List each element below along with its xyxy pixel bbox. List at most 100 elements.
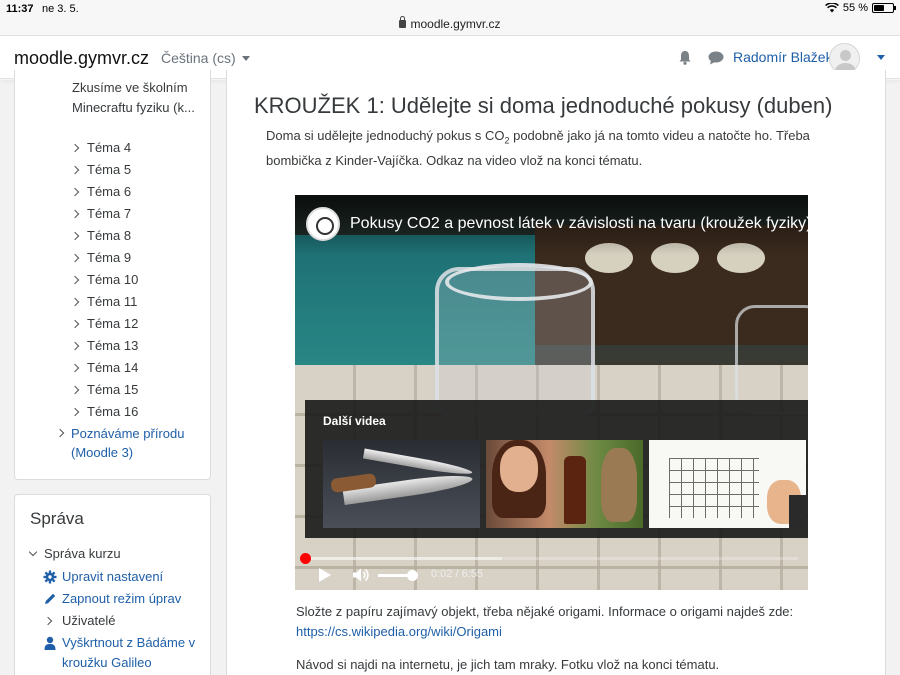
admin-items: Upravit nastavení Zapnout režim úprav Už… bbox=[43, 567, 211, 675]
topic-item[interactable]: Téma 7 bbox=[70, 203, 138, 225]
topic-label: Téma 8 bbox=[87, 228, 132, 243]
users-label: Uživatelé bbox=[62, 613, 116, 628]
url-text: moodle.gymvr.cz bbox=[410, 17, 501, 31]
chevron-right-icon bbox=[70, 187, 80, 197]
topic-item[interactable]: Téma 4 bbox=[70, 137, 138, 159]
video-frame-glass bbox=[735, 305, 808, 415]
pencil-icon bbox=[43, 592, 57, 606]
related-video-thumbnail-1[interactable] bbox=[323, 440, 480, 528]
topic-item[interactable]: Téma 16 bbox=[70, 401, 139, 423]
volume-icon[interactable] bbox=[352, 567, 370, 583]
chat-icon[interactable] bbox=[708, 51, 724, 65]
clock: 11:37 bbox=[6, 3, 34, 15]
progress-loaded bbox=[305, 557, 503, 560]
date: ne 3. 5. bbox=[42, 3, 79, 15]
intro-paragraph: Doma si udělejte jednoduchý pokus s CO2 … bbox=[266, 126, 846, 171]
battery-icon bbox=[872, 3, 896, 13]
video-progress-bar[interactable] bbox=[300, 553, 798, 564]
topic-label: Téma 11 bbox=[87, 294, 138, 309]
volume-slider[interactable] bbox=[378, 570, 418, 581]
chevron-right-icon bbox=[70, 231, 80, 241]
chevron-down-icon bbox=[28, 547, 38, 556]
chevron-right-icon bbox=[70, 209, 80, 219]
user-icon bbox=[43, 636, 57, 650]
video-timecode: 0:02 / 6:55 bbox=[431, 568, 483, 580]
block-title: Správa bbox=[30, 509, 84, 528]
language-label: Čeština (cs) bbox=[161, 50, 236, 66]
topic-item[interactable]: Téma 5 bbox=[70, 159, 138, 181]
language-menu[interactable]: Čeština (cs) bbox=[161, 50, 250, 66]
topic-label: Téma 14 bbox=[87, 360, 139, 375]
topic-label: Téma 15 bbox=[87, 382, 139, 397]
topic-label: Téma 12 bbox=[87, 316, 139, 331]
video-title[interactable]: Pokusy CO2 a pevnost látek v závislosti … bbox=[350, 215, 808, 233]
other-course-link[interactable]: Poznáváme přírodu (Moodle 3) bbox=[55, 424, 211, 462]
gear-icon bbox=[43, 570, 57, 584]
instructions-paragraph: Návod si najdi na internetu, je jich tam… bbox=[296, 657, 720, 672]
course-admin-label: Správa kurzu bbox=[44, 546, 121, 561]
other-course-label: Poznáváme přírodu (Moodle 3) bbox=[71, 426, 185, 460]
origami-link[interactable]: https://cs.wikipedia.org/wiki/Origami bbox=[296, 624, 502, 639]
administration-block: Správa Správa kurzu Upravit nastavení Za… bbox=[14, 494, 211, 675]
topic-item[interactable]: Téma 13 bbox=[70, 335, 139, 357]
related-videos-label: Další videa bbox=[323, 414, 386, 428]
related-video-thumbnail-2[interactable] bbox=[486, 440, 643, 528]
topic-list: Téma 4 Téma 5 Téma 6 Téma 7 Téma 8 Téma 9 Téma… bbox=[70, 137, 139, 423]
topic-item[interactable]: Téma 9 bbox=[70, 247, 138, 269]
topic-label: Téma 4 bbox=[87, 140, 132, 155]
bell-icon[interactable] bbox=[678, 50, 692, 65]
battery-percent: 55 % bbox=[842, 2, 868, 14]
topic-item[interactable]: Téma 10 bbox=[70, 269, 139, 291]
progress-scrubber[interactable] bbox=[300, 553, 311, 564]
address-bar[interactable]: moodle.gymvr.cz bbox=[0, 16, 900, 31]
user-menu-name[interactable]: Radomír Blažek bbox=[733, 49, 833, 65]
play-icon[interactable] bbox=[319, 568, 331, 582]
chevron-right-icon bbox=[70, 341, 80, 351]
wifi-icon bbox=[825, 3, 839, 13]
chevron-right-icon bbox=[70, 143, 80, 153]
chevron-right-icon bbox=[70, 275, 80, 285]
course-admin-node[interactable]: Správa kurzu bbox=[28, 546, 121, 561]
chevron-right-icon bbox=[70, 297, 80, 307]
unenrol-link[interactable]: Vyškrtnout z Bádáme v kroužku Galileo bbox=[43, 633, 211, 673]
topic-label: Téma 9 bbox=[87, 250, 132, 265]
chevron-right-icon bbox=[70, 165, 80, 175]
origami-text: Složte z papíru zajímavý objekt, třeba n… bbox=[296, 604, 794, 619]
edit-settings-label: Upravit nastavení bbox=[62, 569, 164, 584]
origami-paragraph: Složte z papíru zajímavý objekt, třeba n… bbox=[296, 602, 856, 642]
site-brand[interactable]: moodle.gymvr.cz bbox=[14, 48, 149, 69]
edit-mode-label: Zapnout režim úprav bbox=[62, 591, 182, 606]
chevron-right-icon bbox=[43, 614, 57, 628]
video-frame-glass-jar bbox=[435, 263, 595, 417]
channel-logo-icon[interactable] bbox=[306, 207, 340, 241]
chevron-right-icon bbox=[70, 319, 80, 329]
related-video-thumbnail-3[interactable] bbox=[649, 440, 806, 528]
topic-item[interactable]: Téma 14 bbox=[70, 357, 139, 379]
status-indicators: 55 % bbox=[825, 2, 896, 14]
intro-text-a: Doma si udělejte jednoduchý pokus s CO bbox=[266, 128, 505, 143]
topic-item[interactable]: Téma 8 bbox=[70, 225, 138, 247]
topic-label: Téma 16 bbox=[87, 404, 139, 419]
users-node[interactable]: Uživatelé bbox=[43, 611, 211, 631]
chevron-right-icon bbox=[70, 385, 80, 395]
volume-knob[interactable] bbox=[407, 570, 418, 581]
topic-item[interactable]: Téma 11 bbox=[70, 291, 138, 313]
edit-settings-link[interactable]: Upravit nastavení bbox=[43, 567, 211, 587]
embedded-video-player[interactable]: Pokusy CO2 a pevnost látek v závislosti … bbox=[295, 195, 808, 590]
user-menu-caret-icon[interactable] bbox=[877, 55, 885, 60]
lock-icon bbox=[399, 16, 407, 28]
section-title: KROUŽEK 1: Udělejte si doma jednoduché p… bbox=[254, 93, 833, 118]
topic-item[interactable]: Téma 15 bbox=[70, 379, 139, 401]
chevron-right-icon bbox=[70, 407, 80, 417]
topic-label: Téma 10 bbox=[87, 272, 139, 287]
chevron-right-icon bbox=[70, 253, 80, 263]
topic-label: Téma 5 bbox=[87, 162, 132, 177]
topic-label: Téma 13 bbox=[87, 338, 139, 353]
topic-item[interactable]: Téma 12 bbox=[70, 313, 139, 335]
current-topic-link[interactable]: Zkusíme ve školním Minecraftu fyziku (k.… bbox=[72, 78, 212, 118]
related-videos-panel: Další videa bbox=[305, 400, 808, 538]
topic-label: Téma 7 bbox=[87, 206, 132, 221]
chevron-right-icon bbox=[70, 363, 80, 373]
topic-item[interactable]: Téma 6 bbox=[70, 181, 138, 203]
edit-mode-link[interactable]: Zapnout režim úprav bbox=[43, 589, 211, 609]
